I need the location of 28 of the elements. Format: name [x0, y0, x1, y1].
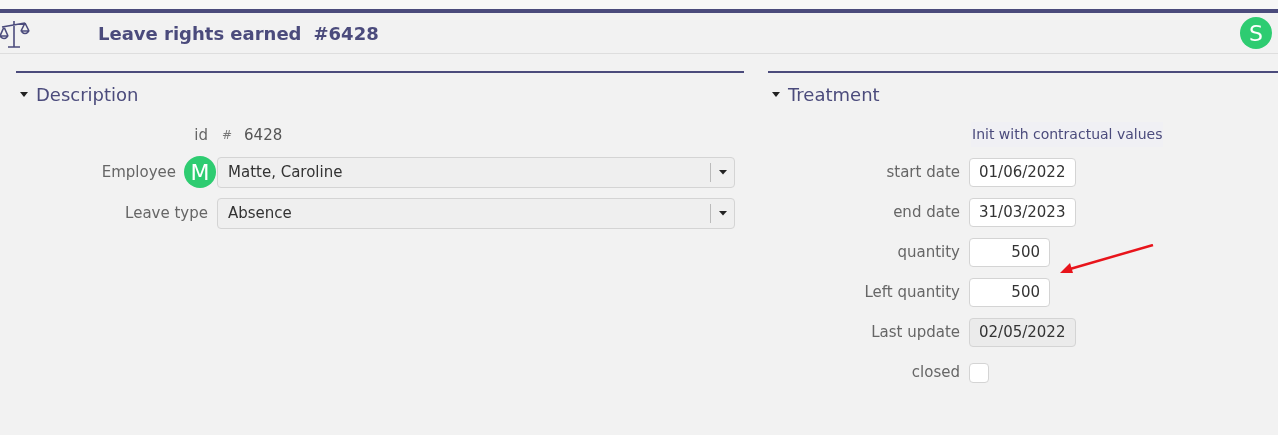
hash-symbol: #: [222, 127, 233, 144]
number-field[interactable]: 500: [969, 238, 1050, 267]
field-label: start date: [885, 162, 960, 184]
id-value: 6428: [244, 124, 283, 146]
caret-icon: [718, 211, 727, 216]
field-label: id: [193, 124, 208, 146]
field-label: end date: [892, 202, 960, 224]
dropdown-field[interactable]: Matte, Caroline: [217, 156, 735, 188]
field-label: closed: [910, 362, 960, 384]
date-field[interactable]: 31/03/2023: [969, 198, 1076, 227]
section-title[interactable]: Treatment: [788, 81, 880, 108]
form-title: Leave rights earned: [98, 21, 302, 46]
date-field[interactable]: 01/06/2022: [969, 158, 1076, 187]
number-field[interactable]: 500: [969, 278, 1050, 307]
caret-icon[interactable]: [772, 91, 780, 98]
checkbox[interactable]: [969, 362, 989, 383]
field-label: Last update: [870, 322, 960, 344]
field-label: quantity: [896, 242, 960, 264]
dropdown-field[interactable]: Absence: [217, 198, 735, 229]
record-number: #6428: [313, 21, 379, 46]
field-label: Leave type: [124, 203, 208, 225]
caret-icon[interactable]: [20, 91, 28, 98]
date-field: 02/05/2022: [969, 318, 1076, 347]
field-label: Employee: [100, 161, 176, 183]
employee-avatar: M: [184, 156, 216, 188]
field-label: Left quantity: [863, 282, 960, 304]
section-title[interactable]: Description: [36, 81, 139, 108]
caret-icon: [718, 169, 727, 175]
